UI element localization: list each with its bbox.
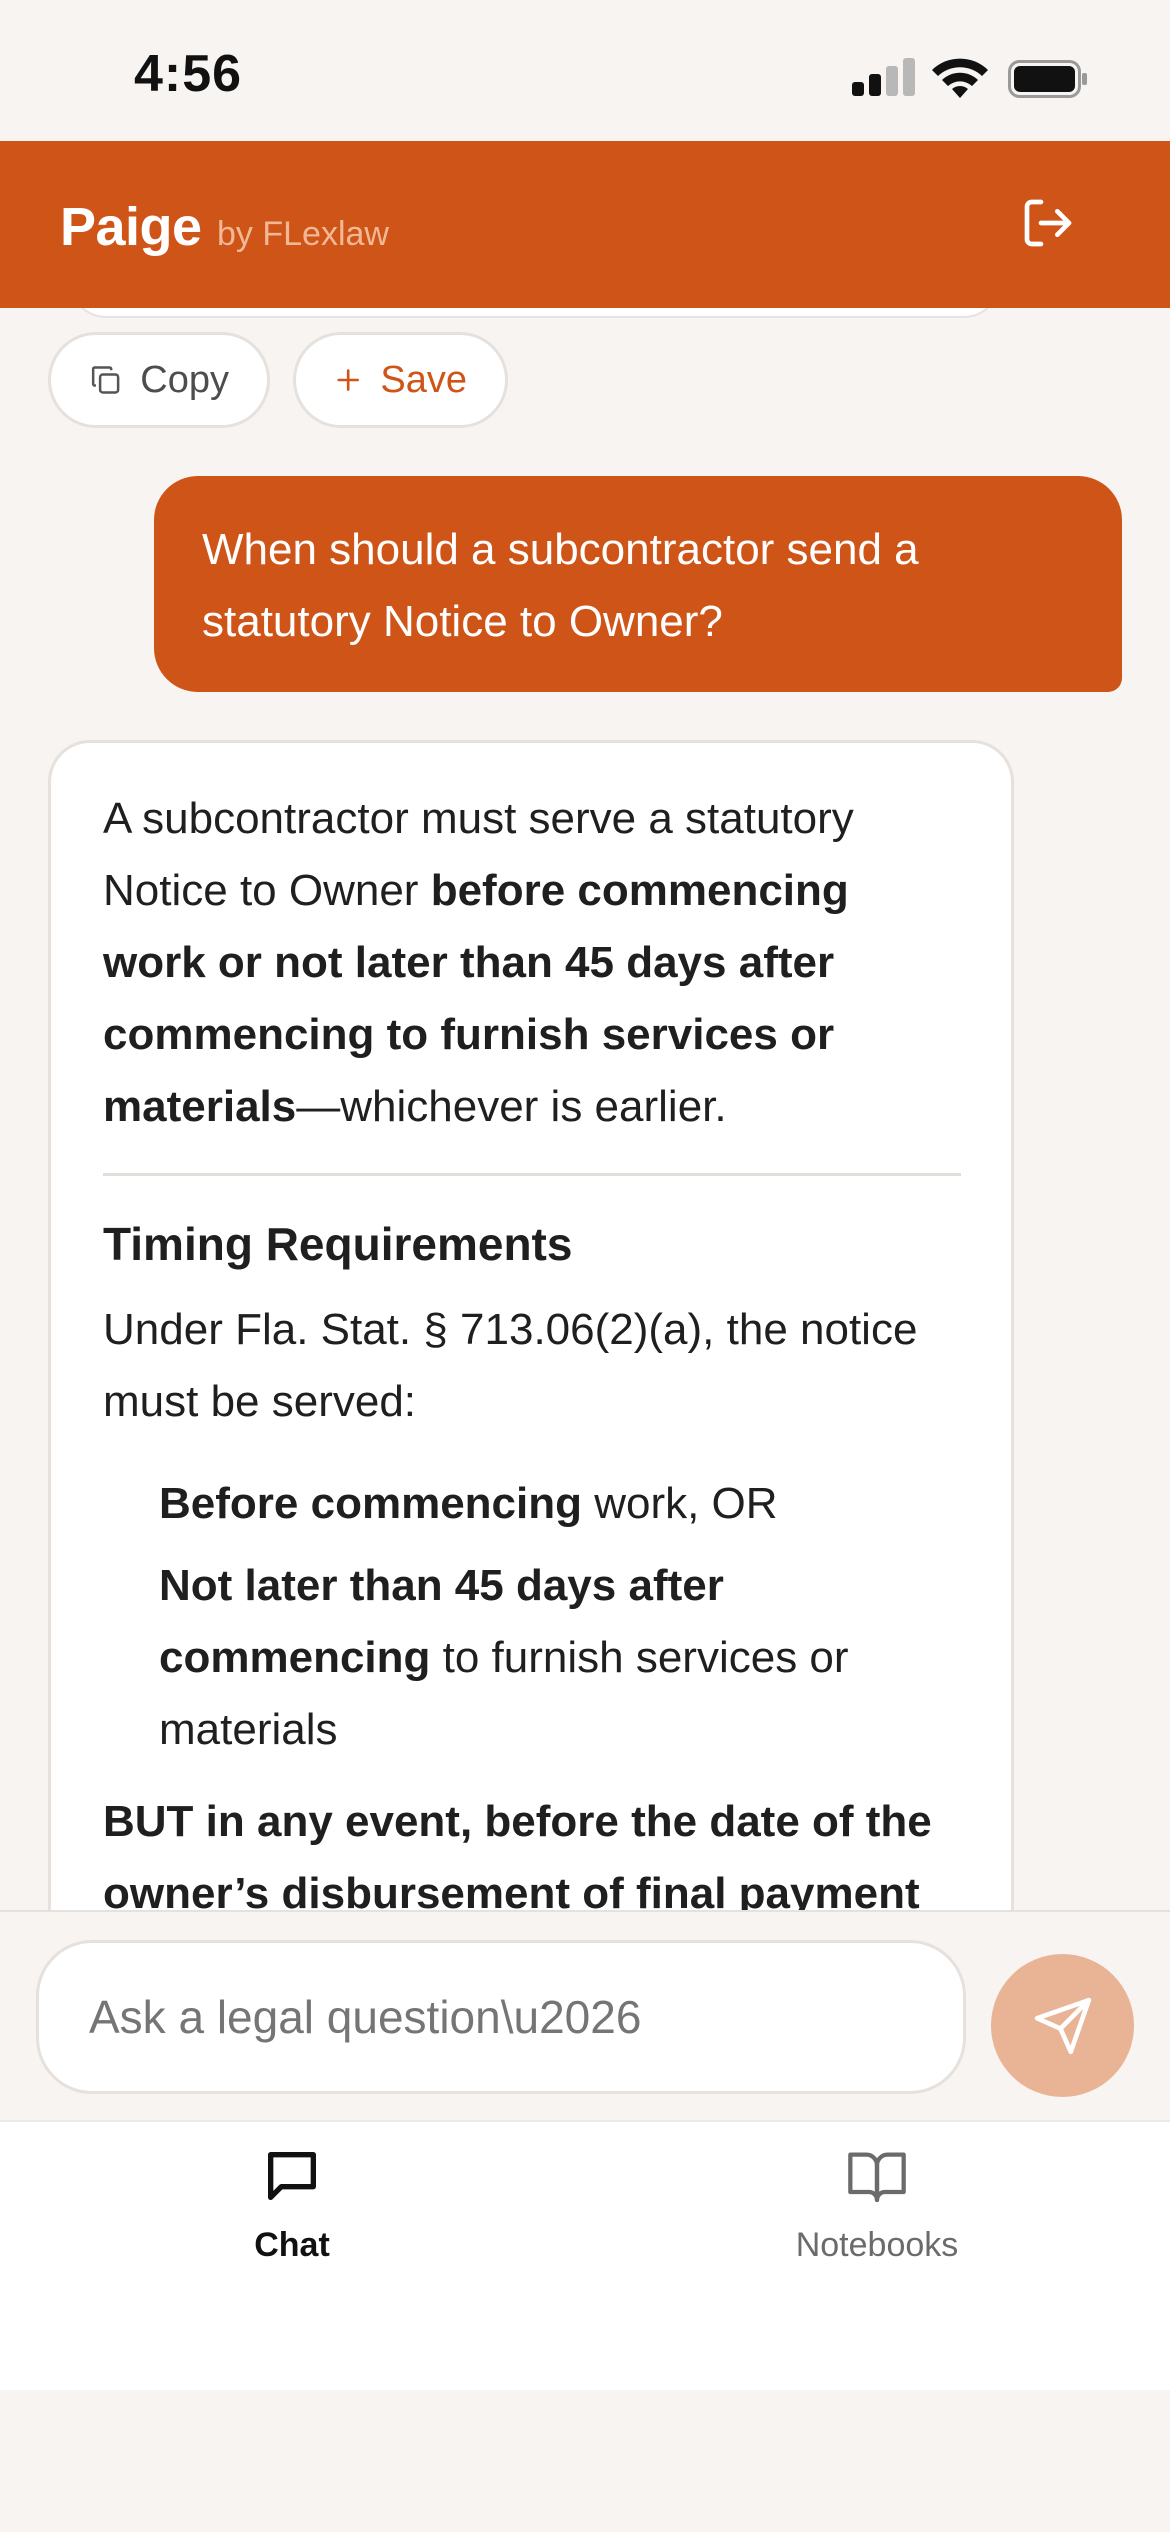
app-header: Paige by FLexlaw xyxy=(0,141,1170,308)
previous-answer-card xyxy=(70,308,1000,318)
section-text: Under Fla. Stat. § 713.06(2)(a), the not… xyxy=(103,1305,918,1426)
wifi-icon xyxy=(932,58,988,98)
list-item-bold: Before commencing xyxy=(159,1479,582,1528)
user-message-bubble: When should a subcontractor send a statu… xyxy=(154,476,1122,692)
copy-button[interactable]: Copy xyxy=(48,332,270,428)
save-button[interactable]: Save xyxy=(293,332,508,428)
plus-icon xyxy=(337,369,359,391)
logout-button[interactable] xyxy=(1018,193,1078,253)
chat-thread[interactable]: Copy Save When should a subcontractor se… xyxy=(0,308,1170,1910)
send-button[interactable] xyxy=(991,1954,1134,2097)
copy-label: Copy xyxy=(140,358,229,401)
list-item-text: work, OR xyxy=(581,1479,778,1528)
app-title: Paige xyxy=(60,197,202,257)
divider xyxy=(103,1173,961,1176)
answer-intro-tail: —whichever is earlier. xyxy=(296,1082,727,1131)
chat-icon xyxy=(268,2152,316,2200)
question-input[interactable] xyxy=(36,1940,966,2094)
composer-bar xyxy=(0,1910,1170,2120)
send-icon xyxy=(1034,1997,1091,2054)
status-time: 4:56 xyxy=(134,45,243,103)
tab-notebooks-label: Notebooks xyxy=(795,2226,959,2264)
tab-notebooks[interactable]: Notebooks xyxy=(727,2144,1027,2284)
status-icons xyxy=(852,56,1092,100)
answer-final-line: BUT in any event, before the date of the… xyxy=(103,1797,932,1910)
list-item: Not later than 45 days after commencing … xyxy=(159,1550,961,1766)
save-label: Save xyxy=(380,358,467,401)
book-icon xyxy=(848,2152,906,2203)
status-bar: 4:56 xyxy=(0,0,1170,141)
tab-chat-label: Chat xyxy=(254,2226,330,2264)
answer-intro: A subcontractor must serve a statutory N… xyxy=(103,783,961,1143)
tab-bar: Chat Notebooks xyxy=(0,2120,1170,2390)
copy-icon xyxy=(91,366,120,394)
signal-icon xyxy=(852,56,916,100)
battery-icon xyxy=(1008,60,1087,98)
requirements-list: Before commencing work, OR Not later tha… xyxy=(103,1468,961,1766)
tab-chat[interactable]: Chat xyxy=(142,2144,442,2284)
app-subtitle: by FLexlaw xyxy=(217,215,389,253)
assistant-answer-card: A subcontractor must serve a statutory N… xyxy=(48,740,1014,1910)
home-indicator-area xyxy=(0,2390,1170,2532)
logout-icon xyxy=(1024,199,1072,247)
list-item: Before commencing work, OR xyxy=(159,1468,961,1540)
section-heading: Timing Requirements xyxy=(103,1218,573,1270)
